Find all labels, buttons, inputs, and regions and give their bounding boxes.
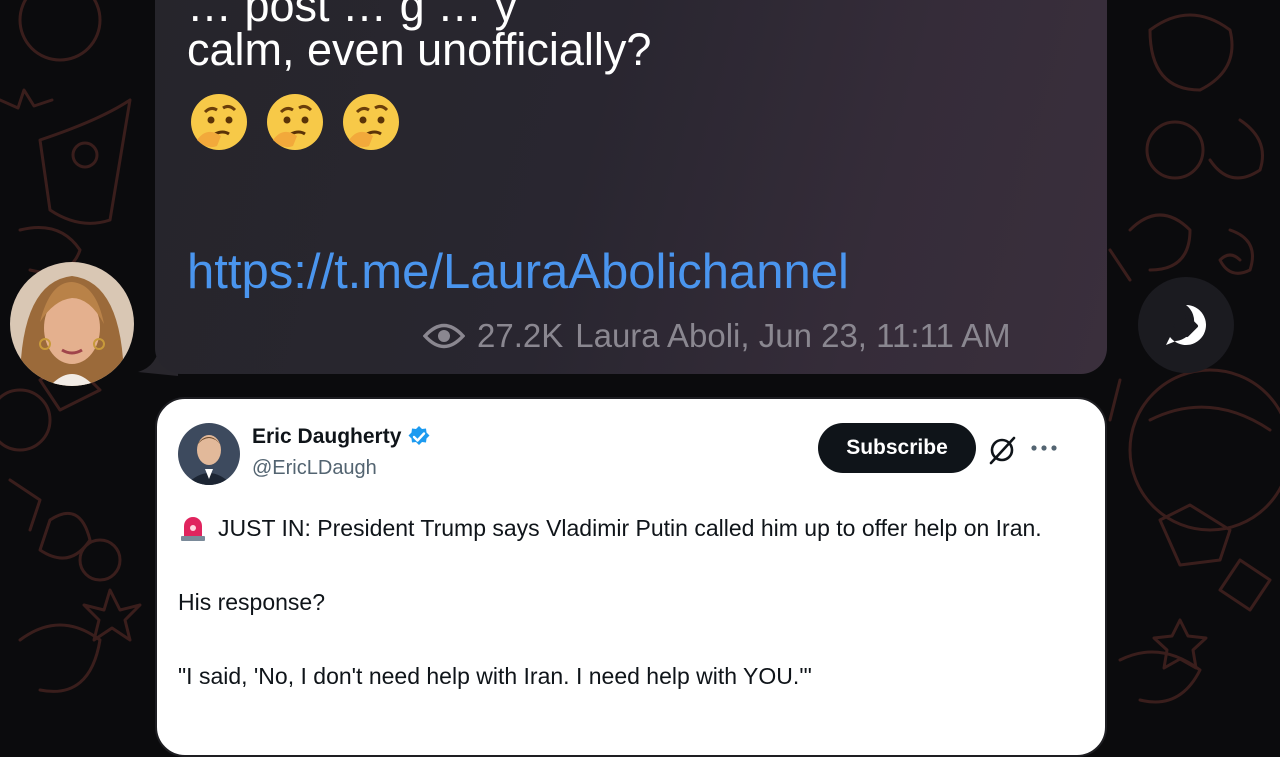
verified-badge-icon — [408, 426, 430, 445]
tweet-author-name: Eric Daugherty — [252, 425, 431, 449]
sender-avatar[interactable] — [10, 262, 134, 386]
more-dots-icon[interactable] — [1029, 433, 1059, 463]
message-text-cutoff: … post … g … y — [187, 0, 518, 31]
thinking-face-icon — [343, 94, 399, 150]
channel-link[interactable]: https://t.me/LauraAbolichannel — [187, 244, 849, 300]
embedded-tweet-card: Eric Daugherty @EricLDaugh Subscribe JUS… — [155, 397, 1107, 757]
subscribe-button[interactable]: Subscribe — [818, 423, 976, 473]
eye-icon — [423, 323, 465, 349]
forward-button[interactable] — [1138, 277, 1234, 373]
message-footer: Laura Aboli, Jun 23, 11:11 AM — [575, 317, 1011, 354]
thinking-face-icon — [191, 94, 247, 150]
tweet-line-1: JUST IN: President Trump says Vladimir P… — [218, 515, 1042, 541]
thinking-face-icon — [267, 94, 323, 150]
forward-arrow-icon — [1166, 305, 1206, 345]
tweet-paragraph-3: "I said, 'No, I don't need help with Ira… — [178, 663, 812, 689]
grok-icon[interactable] — [986, 434, 1018, 466]
tweet-author-avatar[interactable] — [178, 423, 240, 485]
rotating-light-icon — [181, 517, 205, 541]
tweet-paragraph-1: JUST IN: President Trump says Vladimir P… — [178, 510, 1058, 547]
view-count: 27.2K — [477, 317, 564, 354]
tweet-body: JUST IN: President Trump says Vladimir P… — [178, 510, 1058, 695]
message-meta: 27.2K Laura Aboli, Jun 23, 11:11 AM — [423, 316, 1011, 356]
tweet-author-handle: @EricLDaugh — [252, 457, 377, 479]
emoji-row — [187, 90, 403, 154]
message-text: … post … g … y calm, even unofficially? — [187, 0, 1067, 78]
tweet-author-name-text: Eric Daugherty — [252, 425, 402, 448]
tweet-paragraph-2: His response? — [178, 589, 326, 615]
